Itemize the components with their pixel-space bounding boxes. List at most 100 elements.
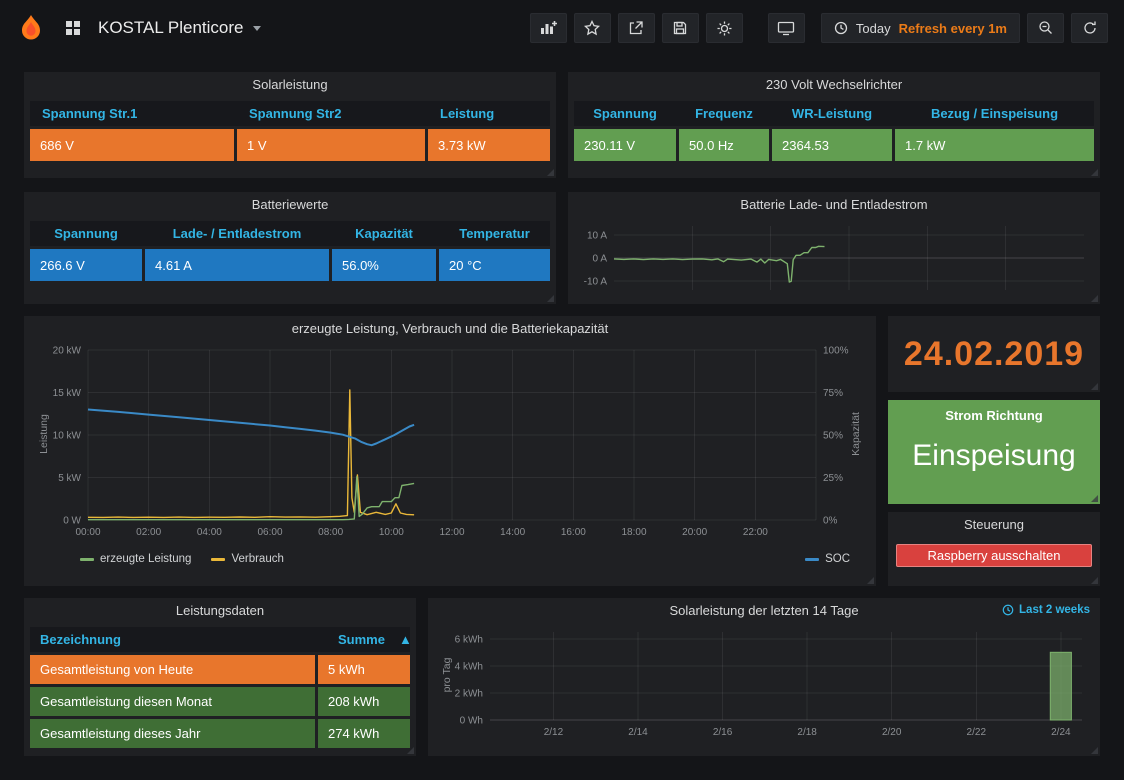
panel-title[interactable]: Batteriewerte: [24, 192, 556, 218]
table-row: Gesamtleistung dieses Jahr 274 kWh: [30, 719, 410, 748]
last14-bar-chart[interactable]: 2/122/142/162/182/202/222/240 Wh2 kWh4 k…: [446, 624, 1094, 744]
chevron-down-icon: [253, 26, 261, 31]
svg-text:18:00: 18:00: [621, 527, 646, 538]
top-navbar: KOSTAL Plenticore: [0, 0, 1124, 56]
save-icon: [672, 20, 688, 36]
column-header[interactable]: Temperatur: [439, 226, 550, 241]
panel-title[interactable]: Strom Richtung: [888, 400, 1100, 423]
add-panel-button[interactable]: [530, 13, 567, 43]
svg-text:2/22: 2/22: [967, 727, 987, 738]
bar-axis-label: pro Tag: [441, 650, 453, 700]
column-header[interactable]: Leistung: [428, 106, 550, 121]
legend-item[interactable]: erzeugte Leistung: [80, 553, 191, 565]
row-label-cell: Gesamtleistung diesen Monat: [30, 687, 315, 716]
refresh-icon: [1082, 20, 1098, 36]
value-cell: 50.0 Hz: [679, 129, 769, 161]
svg-text:5 kW: 5 kW: [58, 473, 81, 484]
svg-text:75%: 75%: [823, 388, 843, 399]
main-chart[interactable]: 00:0002:0004:0006:0008:0010:0012:0014:00…: [38, 342, 868, 546]
row-value-cell: 208 kWh: [318, 687, 410, 716]
svg-text:2/18: 2/18: [797, 727, 817, 738]
add-panel-icon: [540, 20, 557, 36]
value-cell: 2364.53: [772, 129, 892, 161]
refresh-button[interactable]: [1071, 13, 1108, 43]
legend-swatch: [80, 558, 94, 561]
apps-grid-icon[interactable]: [60, 15, 86, 41]
legend-item[interactable]: Verbrauch: [211, 553, 283, 565]
panel-wechselrichter: 230 Volt Wechselrichter Spannung Frequen…: [568, 72, 1100, 178]
zoom-out-icon: [1038, 20, 1054, 36]
panel-title[interactable]: erzeugte Leistung, Verbrauch und die Bat…: [24, 316, 876, 342]
svg-text:2/20: 2/20: [882, 727, 902, 738]
column-header[interactable]: WR-Leistung: [772, 106, 892, 121]
svg-text:100%: 100%: [823, 346, 849, 357]
column-header[interactable]: Lade- / Entladestrom: [145, 226, 329, 241]
svg-text:-10 A: -10 A: [584, 276, 608, 287]
settings-button[interactable]: [706, 13, 743, 43]
svg-text:0 W: 0 W: [63, 516, 81, 527]
cycle-view-button[interactable]: [768, 13, 805, 43]
column-header[interactable]: Spannung: [574, 106, 676, 121]
star-button[interactable]: [574, 13, 611, 43]
row-value-cell: 5 kWh: [318, 655, 410, 684]
save-button[interactable]: [662, 13, 699, 43]
battery-table: Spannung Lade- / Entladestrom Kapazität …: [30, 221, 550, 281]
svg-text:50%: 50%: [823, 431, 843, 442]
column-header-sorted[interactable]: Summe▲: [318, 632, 410, 647]
svg-text:0 A: 0 A: [593, 254, 608, 265]
inverter-table: Spannung Frequenz WR-Leistung Bezug / Ei…: [574, 101, 1094, 161]
table-header-row: Spannung Lade- / Entladestrom Kapazität …: [30, 221, 550, 246]
time-picker[interactable]: Today Refresh every 1m: [821, 13, 1020, 43]
grafana-logo[interactable]: [16, 13, 46, 43]
column-header[interactable]: Spannung Str.1: [30, 106, 234, 121]
svg-text:20 kW: 20 kW: [53, 346, 82, 357]
battery-current-chart[interactable]: 10 A0 A-10 A: [574, 218, 1094, 298]
dashboard-title-dropdown[interactable]: KOSTAL Plenticore: [98, 18, 261, 38]
panel-leistungsdaten: Leistungsdaten Bezeichnung Summe▲ Gesamt…: [24, 598, 416, 756]
panel-solarleistung-14-tage: Solarleistung der letzten 14 Tage Last 2…: [428, 598, 1100, 756]
legend-item[interactable]: SOC: [805, 553, 850, 565]
column-header[interactable]: Bezug / Einspeisung: [895, 106, 1094, 121]
right-axis-label: Kapazität: [850, 406, 862, 462]
panel-title[interactable]: Steuerung: [888, 512, 1100, 538]
panel-date: 24.02.2019: [888, 316, 1100, 392]
value-cell: 1 V: [237, 129, 425, 161]
panel-title[interactable]: Solarleistung: [24, 72, 556, 98]
sort-asc-icon: ▲: [389, 632, 412, 647]
legend-swatch: [211, 558, 225, 561]
svg-text:16:00: 16:00: [561, 527, 586, 538]
panel-title[interactable]: Leistungsdaten: [24, 598, 416, 624]
panel-leistung-verbrauch-chart: erzeugte Leistung, Verbrauch und die Bat…: [24, 316, 876, 586]
panel-title[interactable]: Solarleistung der letzten 14 Tage: [428, 598, 1100, 624]
table-value-row: 686 V 1 V 3.73 kW: [30, 129, 550, 161]
raspberry-shutdown-button[interactable]: Raspberry ausschalten: [896, 544, 1092, 567]
refresh-interval-label: Refresh every 1m: [899, 21, 1007, 36]
dashboard-title: KOSTAL Plenticore: [98, 18, 244, 38]
panel-title[interactable]: Batterie Lade- und Entladestrom: [568, 192, 1100, 218]
column-header[interactable]: Spannung: [30, 226, 142, 241]
value-cell: 1.7 kW: [895, 129, 1094, 161]
share-button[interactable]: [618, 13, 655, 43]
legend-swatch: [805, 558, 819, 561]
time-range-label: Today: [856, 21, 891, 36]
panel-batterie-strom-chart: Batterie Lade- und Entladestrom 10 A0 A-…: [568, 192, 1100, 304]
left-axis-label: Leistung: [38, 406, 50, 462]
table-header-row: Spannung Str.1 Spannung Str2 Leistung: [30, 101, 550, 126]
table-header-row: Bezeichnung Summe▲: [30, 627, 410, 652]
column-header[interactable]: Bezeichnung: [30, 632, 315, 647]
chart-legend: erzeugte Leistung Verbrauch SOC: [24, 551, 876, 565]
svg-text:14:00: 14:00: [500, 527, 525, 538]
svg-text:10:00: 10:00: [379, 527, 404, 538]
svg-text:02:00: 02:00: [136, 527, 161, 538]
column-header[interactable]: Kapazität: [332, 226, 436, 241]
svg-text:08:00: 08:00: [318, 527, 343, 538]
time-range-badge[interactable]: Last 2 weeks: [1002, 604, 1090, 616]
legend-label: Verbrauch: [231, 553, 283, 565]
totals-table: Bezeichnung Summe▲ Gesamtleistung von He…: [30, 627, 410, 748]
row-label-cell: Gesamtleistung dieses Jahr: [30, 719, 315, 748]
zoom-out-button[interactable]: [1027, 13, 1064, 43]
column-header[interactable]: Frequenz: [679, 106, 769, 121]
panel-title[interactable]: 230 Volt Wechselrichter: [568, 72, 1100, 98]
column-header[interactable]: Spannung Str2: [237, 106, 425, 121]
row-label-cell: Gesamtleistung von Heute: [30, 655, 315, 684]
